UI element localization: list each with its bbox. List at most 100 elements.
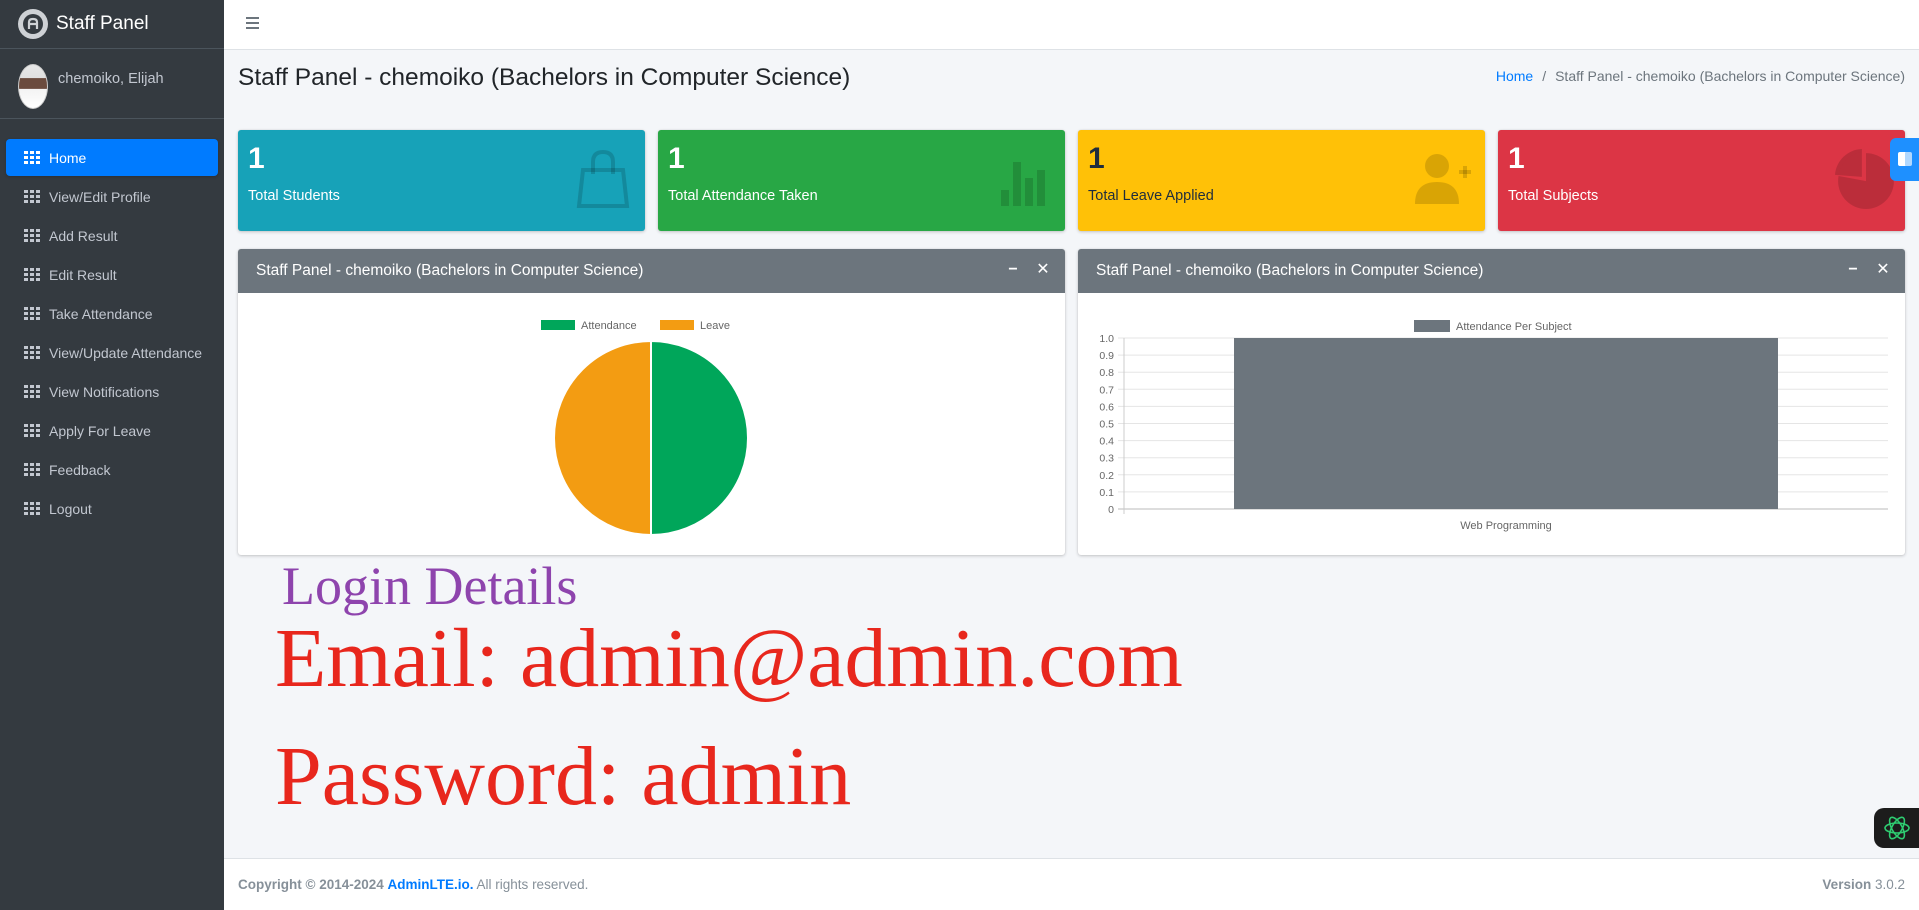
card-header: Staff Panel - chemoiko (Bachelors in Com…: [238, 249, 1065, 293]
stat-value: 1: [1508, 142, 1525, 175]
y-tick-label: 0.3: [1099, 453, 1114, 465]
main-sidebar: Staff Panel chemoiko, Elijah Home View/E…: [0, 0, 224, 910]
stat-box-total-subjects[interactable]: 1 Total Subjects: [1498, 130, 1905, 231]
grid-icon: [24, 268, 40, 281]
bar-chart-icon: [1001, 162, 1045, 206]
panel-icon: [1898, 152, 1912, 166]
pie-chart: Attendance Leave: [541, 320, 749, 537]
grid-icon: [24, 229, 40, 242]
sidebar-item-edit-result[interactable]: Edit Result: [6, 256, 218, 293]
y-tick-label: 0.9: [1099, 350, 1114, 362]
legend-swatch: [660, 320, 694, 330]
shopping-bag-icon: [576, 149, 630, 208]
grid-icon: [24, 385, 40, 398]
card-header: Staff Panel - chemoiko (Bachelors in Com…: [1078, 249, 1905, 293]
grid-icon: [24, 463, 40, 476]
bar-chart: Attendance Per Subject 1.0 0.9 0.8 0.7 0.6 0.5…: [1099, 320, 1888, 532]
sidebar-item-label: Take Attendance: [49, 305, 153, 322]
pie-slice: [553, 339, 652, 537]
grid-icon: [24, 151, 40, 164]
grid-icon: [24, 307, 40, 320]
sidebar-item-view-update-attendance[interactable]: View/Update Attendance: [6, 334, 218, 371]
card-tools: − ✕: [1845, 262, 1891, 278]
attendance-leave-card: Staff Panel - chemoiko (Bachelors in Com…: [238, 249, 1065, 555]
sidebar-item-apply-for-leave[interactable]: Apply For Leave: [6, 412, 218, 449]
sidebar-item-label: Home: [49, 149, 87, 166]
user-panel[interactable]: chemoiko, Elijah: [0, 49, 224, 119]
legend-swatch: [1414, 320, 1450, 332]
copyright-text: Copyright © 2014-2024: [238, 877, 384, 892]
legend-label: Attendance Per Subject: [1456, 321, 1572, 333]
sidebar-item-feedback[interactable]: Feedback: [6, 451, 218, 488]
adminlte-link[interactable]: AdminLTE.io.: [388, 877, 474, 892]
stat-label: Total Subjects: [1508, 188, 1599, 204]
login-password-text: Password: admin: [275, 730, 852, 823]
side-panel-toggle[interactable]: [1890, 138, 1919, 181]
stat-value: 1: [248, 142, 265, 175]
legend-label: Attendance: [581, 320, 637, 332]
sidebar-item-label: Apply For Leave: [49, 422, 151, 439]
y-tick-label: 1.0: [1099, 333, 1114, 345]
legend-label: Leave: [700, 320, 730, 332]
brand-text: Staff Panel: [56, 13, 149, 34]
card-tools: − ✕: [1005, 262, 1051, 278]
brand-link[interactable]: Staff Panel: [0, 0, 224, 49]
stat-value: 1: [668, 142, 685, 175]
rights-text: All rights reserved.: [476, 877, 589, 892]
sidebar-item-view-notifications[interactable]: View Notifications: [6, 373, 218, 410]
login-email-text: Email: admin@admin.com: [275, 612, 1183, 705]
sidebar-item-label: Logout: [49, 500, 92, 517]
footer-version: Version 3.0.2: [1822, 877, 1905, 892]
atom-icon: [1883, 816, 1910, 840]
y-tick-label: 0.6: [1099, 401, 1114, 413]
y-tick-label: 0.8: [1099, 367, 1114, 379]
ai-assistant-button[interactable]: [1874, 808, 1919, 848]
card-title: Staff Panel - chemoiko (Bachelors in Com…: [1096, 262, 1484, 279]
grid-icon: [24, 190, 40, 203]
sidebar-item-label: View/Update Attendance: [49, 344, 203, 361]
sidebar-item-take-attendance[interactable]: Take Attendance: [6, 295, 218, 332]
breadcrumb-current: Staff Panel - chemoiko (Bachelors in Com…: [1555, 68, 1905, 84]
grid-icon: [24, 424, 40, 437]
avatar: [18, 64, 48, 109]
pie-slice: [650, 339, 749, 537]
stat-box-total-leave-applied[interactable]: 1 Total Leave Applied: [1078, 130, 1485, 231]
y-tick-label: 0.5: [1099, 419, 1114, 431]
stat-label: Total Leave Applied: [1088, 188, 1214, 204]
stat-box-total-attendance-taken[interactable]: 1 Total Attendance Taken: [658, 130, 1065, 231]
login-details-title: Login Details: [282, 556, 578, 616]
y-tick-label: 0.1: [1099, 487, 1114, 499]
sidebar-item-home[interactable]: Home: [6, 139, 218, 176]
grid-icon: [24, 346, 40, 359]
sidebar-item-add-result[interactable]: Add Result: [6, 217, 218, 254]
page-title: Staff Panel - chemoiko (Bachelors in Com…: [238, 64, 851, 91]
hamburger-menu-icon[interactable]: [246, 17, 259, 29]
sidebar-item-label: Feedback: [49, 461, 111, 478]
breadcrumb-home-link[interactable]: Home: [1496, 68, 1533, 84]
attendance-per-subject-card: Staff Panel - chemoiko (Bachelors in Com…: [1078, 249, 1905, 555]
collapse-icon[interactable]: −: [1845, 262, 1861, 278]
user-plus-icon: [1415, 154, 1471, 204]
close-icon[interactable]: ✕: [1875, 262, 1891, 278]
breadcrumb-separator: /: [1542, 68, 1547, 84]
footer-copyright: Copyright © 2014-2024 AdminLTE.io. All r…: [238, 877, 588, 892]
sidebar-nav: Home View/Edit Profile Add Result Edit R…: [0, 119, 224, 527]
sidebar-item-label: Add Result: [49, 227, 118, 244]
stat-label: Total Students: [248, 188, 340, 204]
sidebar-item-label: View Notifications: [49, 383, 160, 400]
breadcrumb: Home / Staff Panel - chemoiko (Bachelors…: [1496, 68, 1905, 84]
main-footer: Copyright © 2014-2024 AdminLTE.io. All r…: [224, 858, 1919, 910]
sidebar-item-view-edit-profile[interactable]: View/Edit Profile: [6, 178, 218, 215]
top-navbar: [224, 0, 1919, 50]
bar: [1234, 338, 1778, 509]
legend-swatch: [541, 320, 575, 330]
collapse-icon[interactable]: −: [1005, 262, 1021, 278]
card-title: Staff Panel - chemoiko (Bachelors in Com…: [256, 262, 644, 279]
sidebar-item-logout[interactable]: Logout: [6, 490, 218, 527]
sidebar-item-label: Edit Result: [49, 266, 117, 283]
stat-label: Total Attendance Taken: [668, 188, 818, 204]
close-icon[interactable]: ✕: [1035, 262, 1051, 278]
user-name[interactable]: chemoiko, Elijah: [58, 71, 164, 87]
x-tick-label: Web Programming: [1460, 520, 1552, 532]
stat-box-total-students[interactable]: 1 Total Students: [238, 130, 645, 231]
